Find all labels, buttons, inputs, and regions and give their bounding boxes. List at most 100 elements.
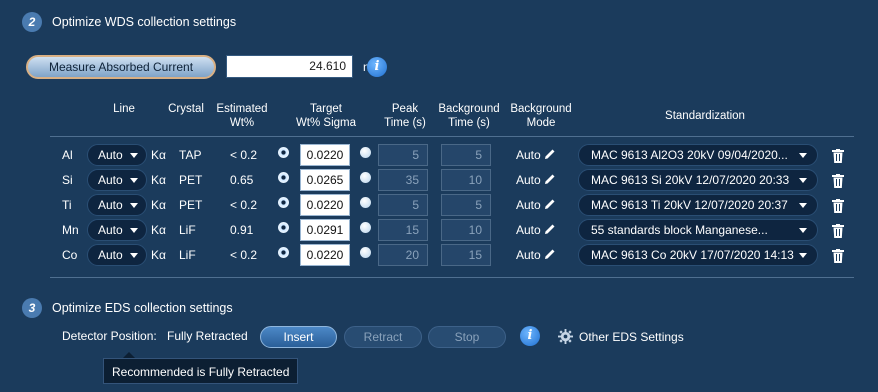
header-background-mode: Background Mode	[510, 103, 572, 129]
eds-info-icon[interactable]: i	[520, 326, 540, 346]
wds-section-title: Optimize WDS collection settings	[52, 15, 237, 29]
line-type: Kα	[151, 198, 166, 212]
trash-icon[interactable]	[832, 174, 844, 188]
background-mode-value: Auto	[516, 148, 541, 162]
sigma-radio-selected[interactable]	[278, 147, 289, 158]
background-time-input[interactable]: 5	[441, 144, 491, 166]
stop-button[interactable]: Stop	[428, 326, 506, 348]
standardization-dropdown[interactable]: MAC 9613 Co 20kV 17/07/2020 14:13	[578, 244, 818, 266]
standardization-dropdown[interactable]: MAC 9613 Si 20kV 12/07/2020 20:33	[578, 169, 818, 191]
line-type: Kα	[151, 148, 166, 162]
detector-tooltip: Recommended is Fully Retracted	[103, 358, 299, 384]
standardization-dropdown[interactable]: MAC 9613 Ti 20kV 12/07/2020 20:37	[578, 194, 818, 216]
time-radio[interactable]	[360, 147, 371, 158]
standardization-dropdown[interactable]: 55 standards block Manganese...	[578, 219, 818, 241]
background-time-input[interactable]: 10	[441, 219, 491, 241]
info-icon[interactable]: i	[367, 57, 387, 77]
peak-time-input[interactable]: 5	[378, 144, 428, 166]
line-type: Kα	[151, 173, 166, 187]
line-dropdown-value: Auto	[98, 198, 123, 212]
header-crystal: Crystal	[168, 103, 204, 115]
line-dropdown[interactable]: Auto	[87, 194, 147, 216]
element-symbol: Ti	[62, 198, 72, 212]
estimated-wt-value: 0.91	[230, 223, 254, 237]
eds-section-title: Optimize EDS collection settings	[52, 301, 233, 315]
pencil-icon[interactable]	[544, 148, 556, 160]
pencil-icon[interactable]	[544, 248, 556, 260]
chevron-down-icon	[130, 203, 138, 208]
absorbed-current-field[interactable]: 24.610	[226, 55, 353, 78]
time-radio[interactable]	[360, 197, 371, 208]
retract-button[interactable]: Retract	[344, 326, 422, 348]
header-standardization: Standardization	[665, 110, 745, 122]
target-sigma-input[interactable]: 0.0220	[300, 194, 350, 216]
step-3-badge: 3	[22, 298, 42, 318]
pencil-icon[interactable]	[544, 223, 556, 235]
other-eds-settings-link[interactable]: Other EDS Settings	[579, 330, 684, 344]
peak-time-input[interactable]: 5	[378, 194, 428, 216]
sigma-radio-selected[interactable]	[278, 172, 289, 183]
background-time-input[interactable]: 15	[441, 244, 491, 266]
line-dropdown-value: Auto	[98, 148, 123, 162]
peak-time-input[interactable]: 15	[378, 219, 428, 241]
peak-time-input[interactable]: 20	[378, 244, 428, 266]
background-mode-value: Auto	[516, 198, 541, 212]
time-radio[interactable]	[360, 222, 371, 233]
line-dropdown[interactable]: Auto	[87, 144, 147, 166]
line-dropdown[interactable]: Auto	[87, 244, 147, 266]
crystal-value: LiF	[179, 223, 196, 237]
sigma-radio-selected[interactable]	[278, 222, 289, 233]
chevron-down-icon	[799, 203, 807, 208]
element-symbol: Mn	[62, 223, 79, 237]
insert-button[interactable]: Insert	[260, 326, 337, 348]
target-sigma-input[interactable]: 0.0220	[300, 244, 350, 266]
chevron-down-icon	[130, 253, 138, 258]
chevron-down-icon	[130, 178, 138, 183]
sigma-radio-selected[interactable]	[278, 197, 289, 208]
background-time-input[interactable]: 10	[441, 169, 491, 191]
standardization-value: MAC 9613 Co 20kV 17/07/2020 14:13	[591, 248, 794, 262]
pencil-icon[interactable]	[544, 198, 556, 210]
pencil-icon[interactable]	[544, 173, 556, 185]
crystal-value: PET	[179, 198, 203, 212]
line-type: Kα	[151, 223, 166, 237]
detector-position-value: Fully Retracted	[167, 329, 248, 343]
background-mode-value: Auto	[516, 223, 541, 237]
trash-icon[interactable]	[832, 249, 844, 263]
line-dropdown-value: Auto	[98, 223, 123, 237]
time-radio[interactable]	[360, 172, 371, 183]
trash-icon[interactable]	[832, 224, 844, 238]
header-target-sigma: Target Wt% Sigma	[295, 103, 357, 129]
header-background-time: Background Time (s)	[438, 103, 500, 129]
gear-icon[interactable]	[558, 329, 573, 344]
trash-icon[interactable]	[832, 199, 844, 213]
standardization-value: 55 standards block Manganese...	[591, 223, 768, 237]
target-sigma-input[interactable]: 0.0291	[300, 219, 350, 241]
background-mode-value: Auto	[516, 173, 541, 187]
crystal-value: LiF	[179, 248, 196, 262]
trash-icon[interactable]	[832, 149, 844, 163]
target-sigma-input[interactable]: 0.0220	[300, 144, 350, 166]
sigma-radio-selected[interactable]	[278, 247, 289, 258]
header-estimated-wt: Estimated Wt%	[216, 103, 268, 129]
chevron-down-icon	[130, 228, 138, 233]
estimated-wt-value: 0.65	[230, 173, 254, 187]
chevron-down-icon	[799, 153, 807, 158]
estimated-wt-value: < 0.2	[230, 198, 258, 212]
chevron-down-icon	[799, 253, 807, 258]
measure-absorbed-current-button[interactable]: Measure Absorbed Current	[26, 55, 216, 79]
peak-time-input[interactable]: 35	[378, 169, 428, 191]
time-radio[interactable]	[360, 247, 371, 258]
chevron-down-icon	[799, 228, 807, 233]
line-dropdown[interactable]: Auto	[87, 169, 147, 191]
standardization-value: MAC 9613 Al2O3 20kV 09/04/2020...	[591, 148, 788, 162]
line-type: Kα	[151, 248, 166, 262]
standardization-dropdown[interactable]: MAC 9613 Al2O3 20kV 09/04/2020...	[578, 144, 818, 166]
standardization-value: MAC 9613 Ti 20kV 12/07/2020 20:37	[591, 198, 788, 212]
line-dropdown[interactable]: Auto	[87, 219, 147, 241]
background-time-input[interactable]: 5	[441, 194, 491, 216]
element-symbol: Si	[62, 173, 73, 187]
target-sigma-input[interactable]: 0.0265	[300, 169, 350, 191]
estimated-wt-value: < 0.2	[230, 148, 258, 162]
line-dropdown-value: Auto	[98, 248, 123, 262]
